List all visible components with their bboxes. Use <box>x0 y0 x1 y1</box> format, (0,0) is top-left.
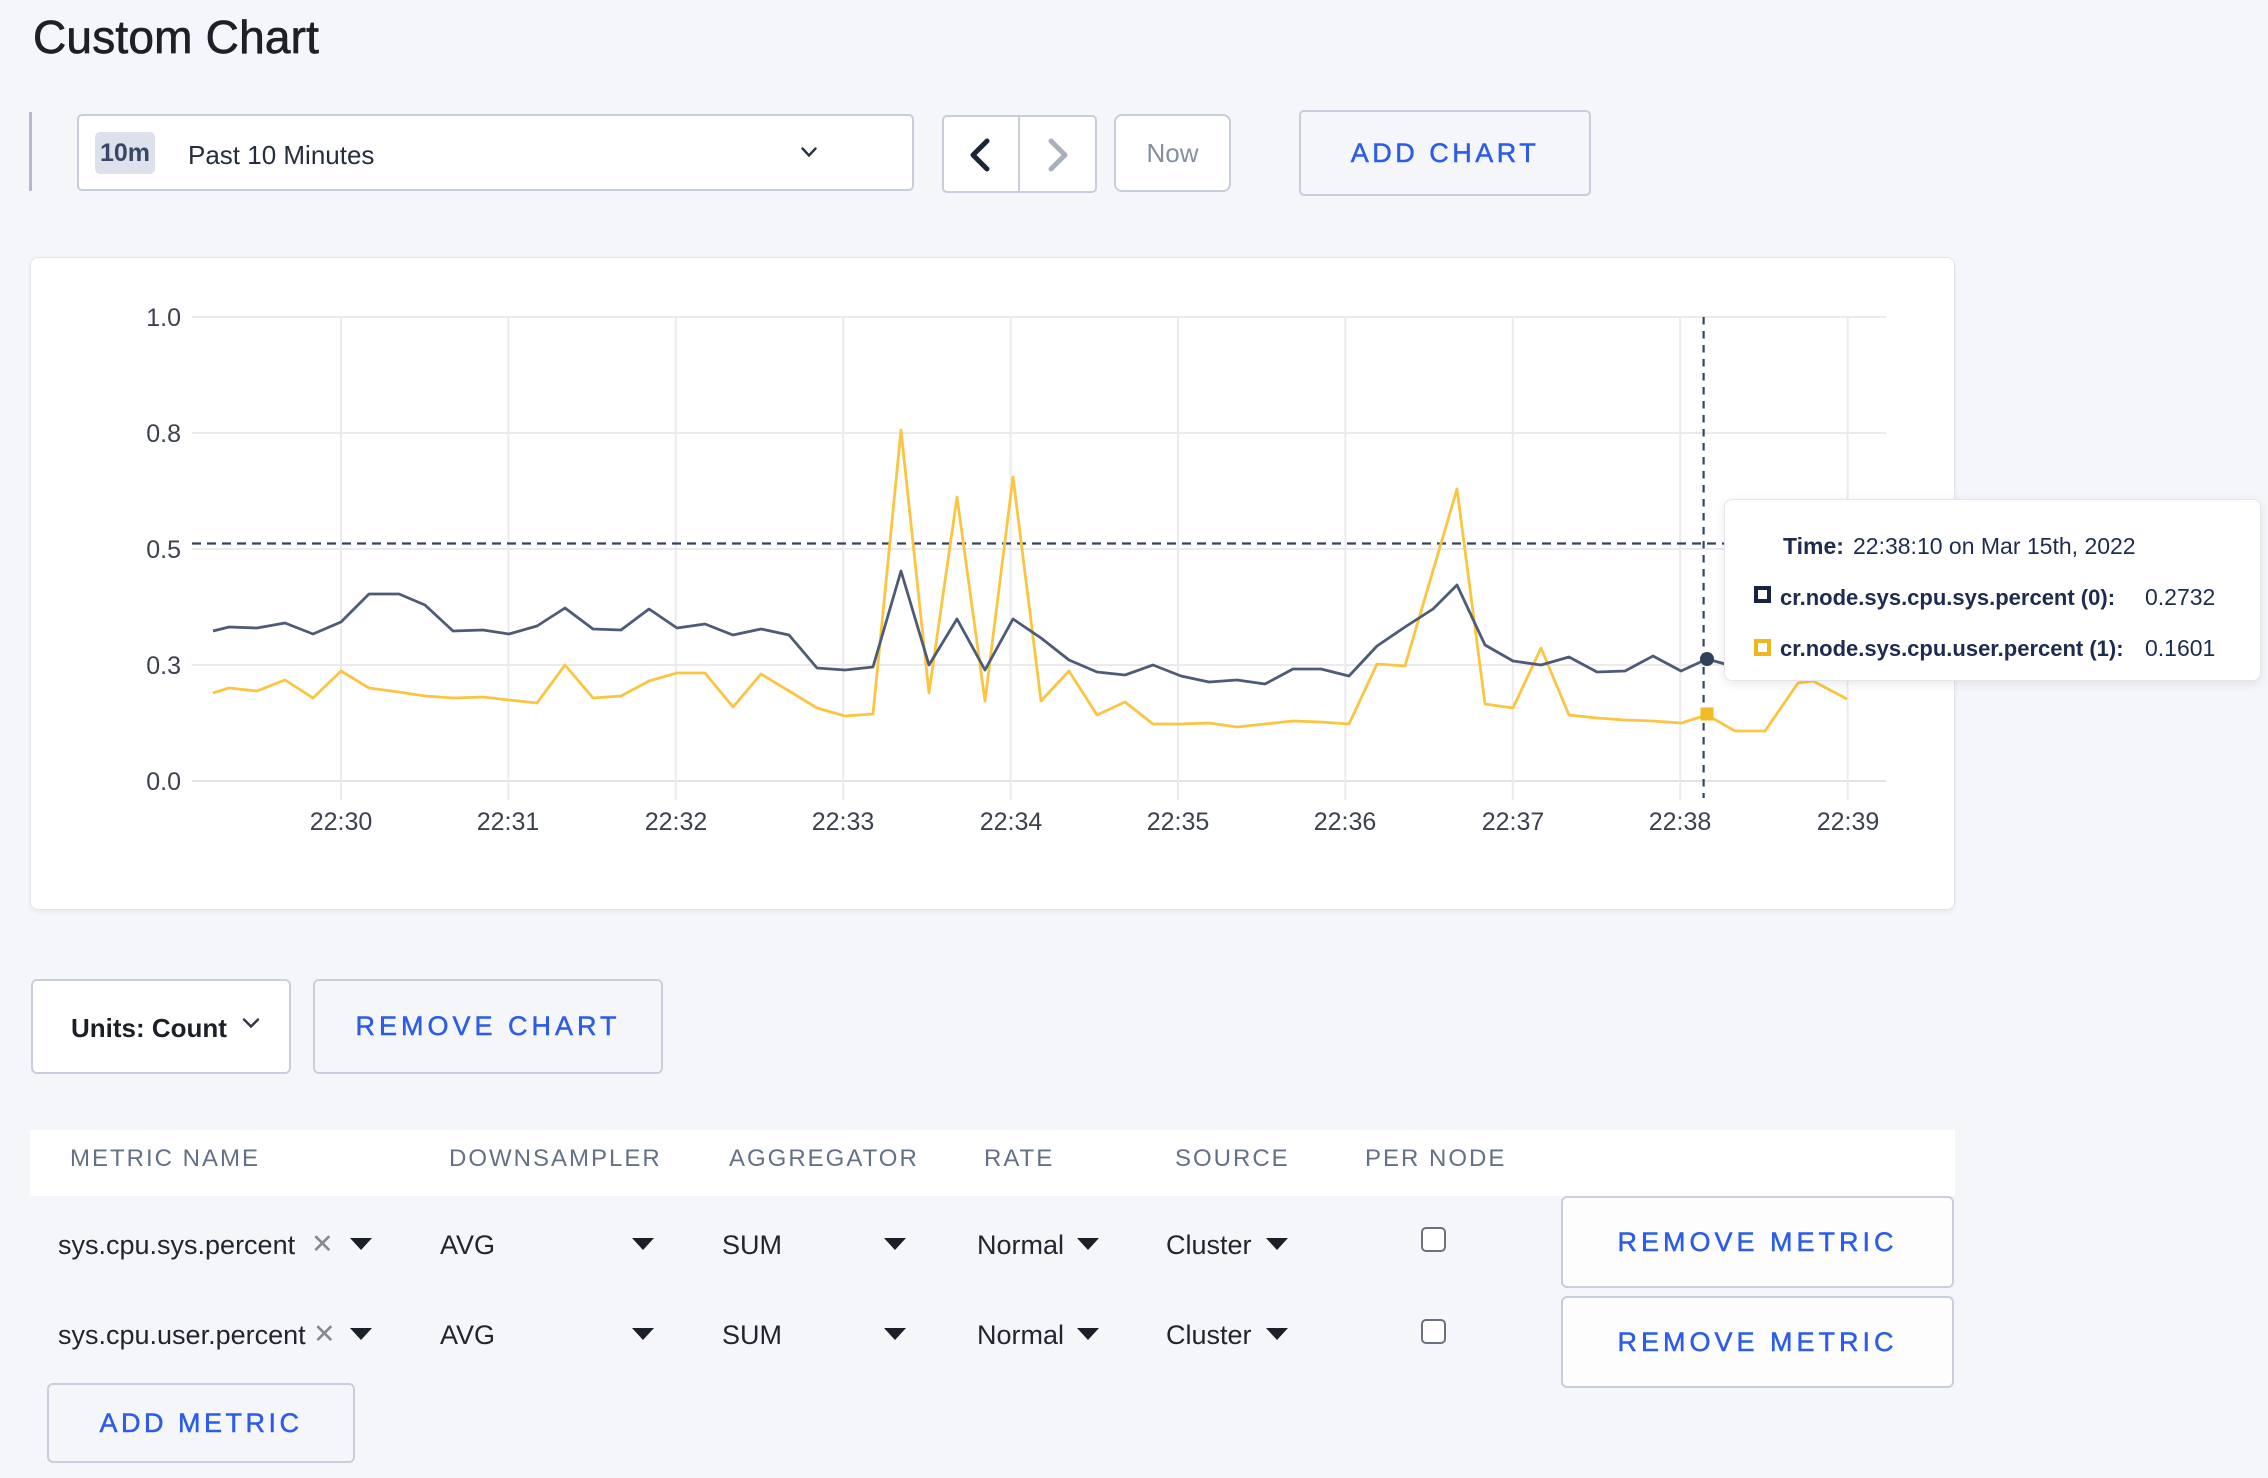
svg-text:0.0: 0.0 <box>146 768 181 796</box>
svg-text:22:39: 22:39 <box>1817 808 1880 836</box>
svg-text:0.5: 0.5 <box>146 536 181 564</box>
svg-text:0.8: 0.8 <box>146 420 181 448</box>
svg-text:22:36: 22:36 <box>1314 808 1377 836</box>
svg-text:22:35: 22:35 <box>1147 808 1210 836</box>
svg-text:0.3: 0.3 <box>146 652 181 680</box>
svg-text:22:30: 22:30 <box>310 808 373 836</box>
svg-text:1.0: 1.0 <box>146 304 181 332</box>
svg-text:22:33: 22:33 <box>812 808 875 836</box>
svg-text:22:38: 22:38 <box>1649 808 1712 836</box>
svg-text:22:31: 22:31 <box>477 808 540 836</box>
svg-text:22:32: 22:32 <box>645 808 708 836</box>
svg-text:22:37: 22:37 <box>1482 808 1545 836</box>
svg-text:22:34: 22:34 <box>980 808 1043 836</box>
